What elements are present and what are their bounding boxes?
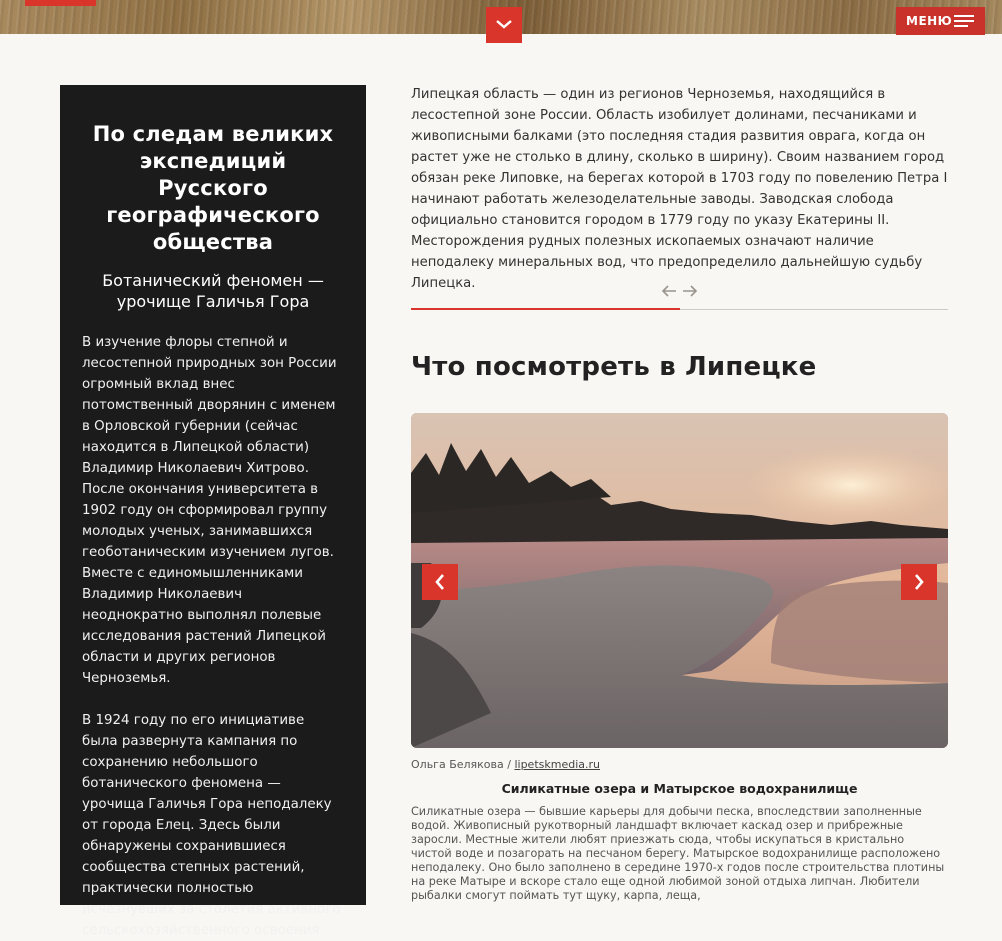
slider-progress-track bbox=[411, 308, 948, 310]
logo[interactable] bbox=[25, 0, 96, 6]
chevron-down-icon bbox=[496, 20, 512, 29]
text-slider-nav bbox=[411, 280, 948, 312]
arrow-right-icon[interactable] bbox=[681, 284, 699, 298]
gallery-photo bbox=[411, 413, 948, 748]
card-title: По следам великих экспедиций Русского ге… bbox=[92, 122, 334, 254]
photo-credit: Ольга Белякова / lipetskmedia.ru bbox=[411, 758, 600, 771]
menu-button[interactable]: МЕНЮ bbox=[896, 7, 985, 35]
scroll-down-button[interactable] bbox=[486, 7, 522, 43]
chevron-right-icon bbox=[915, 574, 924, 590]
intro-text: Липецкая область — один из регионов Черн… bbox=[411, 87, 948, 291]
lake-landscape-image bbox=[411, 413, 948, 748]
card-subtitle: Ботанический феномен — урочище Галичья Г… bbox=[102, 271, 324, 311]
section-title: Что посмотреть в Липецке bbox=[411, 352, 817, 382]
gallery-prev-button[interactable] bbox=[422, 564, 458, 600]
main-content: Липецкая область — один из регионов Черн… bbox=[411, 84, 948, 902]
photo-caption-text: Силикатные озера — бывшие карьеры для до… bbox=[411, 805, 945, 902]
gallery-next-button[interactable] bbox=[901, 564, 937, 600]
card-paragraph: В 1924 году по его инициативе была разве… bbox=[82, 713, 341, 938]
expedition-card: По следам великих экспедиций Русского ге… bbox=[60, 85, 366, 938]
menu-icon bbox=[954, 15, 974, 27]
menu-label: МЕНЮ bbox=[906, 14, 953, 28]
slider-progress-fill bbox=[411, 308, 680, 310]
photo-caption-title: Силикатные озера и Матырское водохранили… bbox=[501, 781, 858, 796]
photo-credit-link[interactable]: lipetskmedia.ru bbox=[514, 758, 600, 771]
arrow-left-icon[interactable] bbox=[660, 284, 678, 298]
photo-credit-author: Ольга Белякова / bbox=[411, 758, 511, 771]
chevron-left-icon bbox=[435, 574, 444, 590]
card-paragraph: В изучение флоры степной и лесостепной п… bbox=[82, 335, 337, 686]
